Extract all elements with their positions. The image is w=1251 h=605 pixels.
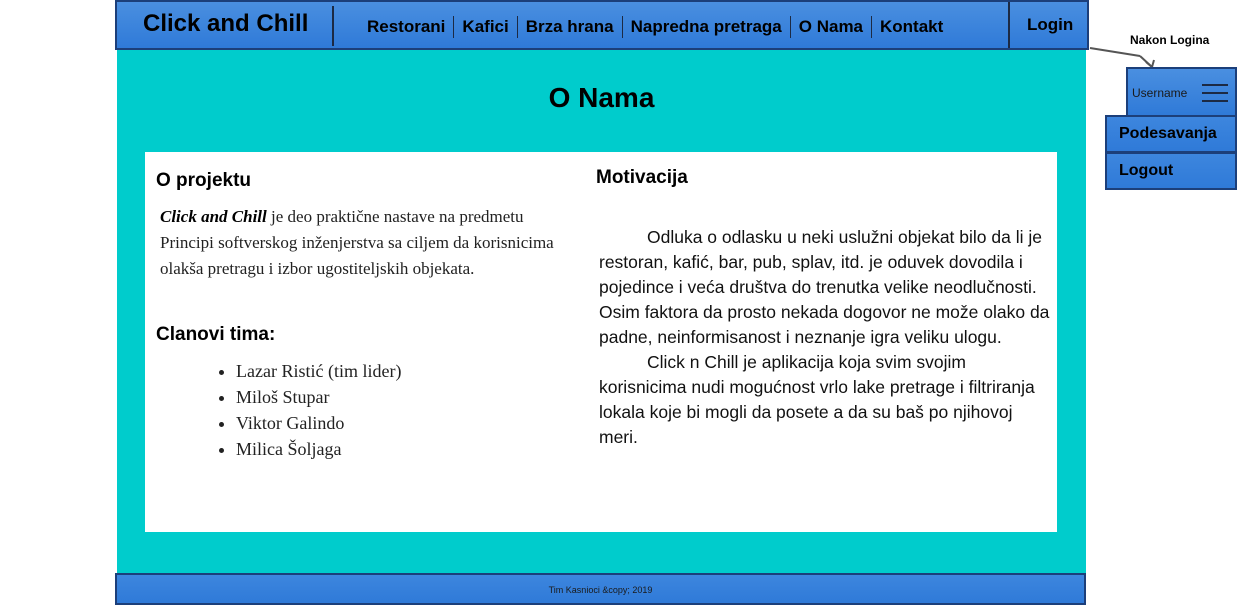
team-list: Lazar Ristić (tim lider) Miloš Stupar Vi… [156, 358, 576, 462]
hamburger-menu-icon[interactable] [1202, 84, 1228, 102]
nav-link-restorani[interactable]: Restorani [357, 17, 453, 37]
motivation-heading: Motivacija [596, 167, 688, 188]
nav-link-kafici[interactable]: Kafici [454, 17, 516, 37]
user-menu-toggle[interactable]: Username [1126, 67, 1237, 117]
brand-divider [332, 6, 334, 46]
nav-link-o-nama[interactable]: O Nama [791, 17, 871, 37]
motivation-paragraph: Odluka o odlasku u neki uslužni objekat … [599, 227, 1050, 347]
brand-logo[interactable]: Click and Chill [143, 10, 308, 38]
motivation-section: Motivacija Odluka o odlasku u neki usluž… [596, 167, 1051, 450]
project-brand-name: Click and Chill [160, 207, 267, 226]
project-heading: O projektu [156, 170, 252, 191]
team-member: Lazar Ristić (tim lider) [236, 358, 576, 384]
navbar: Click and Chill Restorani Kafici Brza hr… [115, 0, 1089, 50]
nav-link-kontakt[interactable]: Kontakt [872, 17, 951, 37]
team-heading: Clanovi tima: [156, 324, 276, 345]
settings-menu-item[interactable]: Podesavanja [1105, 115, 1237, 153]
team-member: Viktor Galindo [236, 410, 576, 436]
project-description: Click and Chill je deo praktične nastave… [160, 204, 565, 282]
page-title: O Nama [548, 82, 655, 113]
login-button[interactable]: Login [1027, 15, 1073, 35]
motivation-text: Odluka o odlasku u neki uslužni objekat … [599, 225, 1051, 450]
about-content: O projektu Click and Chill je deo prakti… [145, 152, 1057, 532]
footer: Tim Kasnioci &copy; 2019 [115, 573, 1086, 605]
username-label: Username [1132, 86, 1188, 100]
project-section: O projektu Click and Chill je deo prakti… [156, 170, 576, 462]
team-member: Miloš Stupar [236, 384, 576, 410]
nav-link-napredna-pretraga[interactable]: Napredna pretraga [623, 17, 790, 37]
login-divider [1008, 2, 1010, 48]
nav-link-brza-hrana[interactable]: Brza hrana [518, 17, 622, 37]
nav-links: Restorani Kafici Brza hrana Napredna pre… [357, 16, 951, 38]
team-member: Milica Šoljaga [236, 436, 576, 462]
motivation-paragraph: Click n Chill je aplikacija koja svim sv… [599, 352, 1035, 447]
logout-menu-item[interactable]: Logout [1105, 152, 1237, 190]
